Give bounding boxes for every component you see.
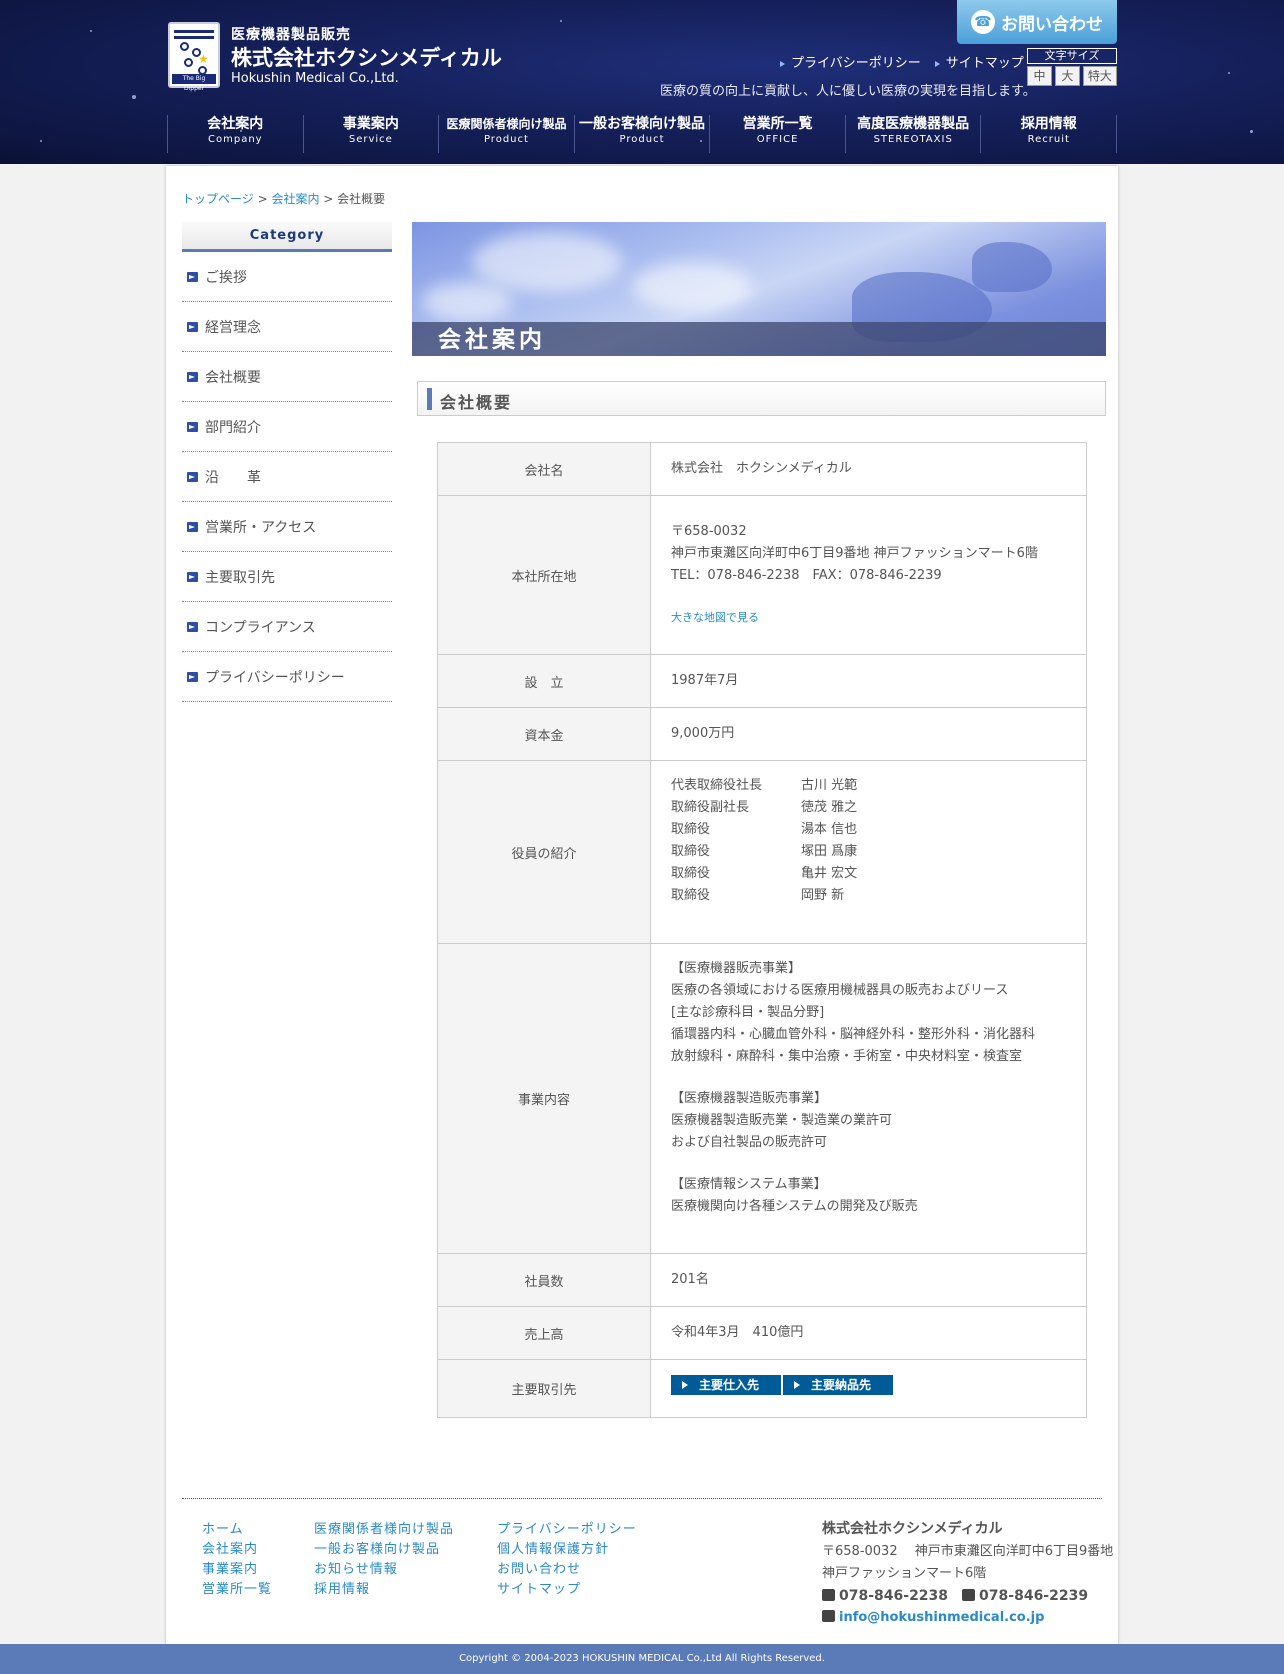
footer-link-news[interactable]: お知らせ情報 (314, 1558, 454, 1578)
font-size-switcher: 文字サイズ 中 大 特大 (1027, 48, 1117, 86)
arrow-right-icon (187, 671, 198, 682)
sidebar-item-overview[interactable]: 会社概要 (182, 352, 392, 402)
nav-service[interactable]: 事業案内 Service (302, 115, 439, 153)
sitemap-link[interactable]: サイトマップ (935, 52, 1024, 71)
sidebar-item-offices-access[interactable]: 営業所・アクセス (182, 502, 392, 552)
table-row: 設 立 1987年7月 (437, 654, 1087, 708)
nav-consumer-products[interactable]: 一般お客様向け製品 Product (573, 115, 710, 153)
nav-company[interactable]: 会社案内 Company (167, 115, 303, 153)
footer-link-service[interactable]: 事業案内 (202, 1558, 272, 1578)
sidebar-category-title: Category (182, 222, 392, 252)
logo-company-name: 株式会社ホクシンメディカル (231, 46, 502, 70)
footer-link-company[interactable]: 会社案内 (202, 1538, 272, 1558)
table-row: 資本金 9,000万円 (437, 707, 1087, 761)
arrow-right-icon (187, 321, 198, 332)
table-row: 会社名 株式会社 ホクシンメディカル (437, 442, 1087, 496)
nav-recruit[interactable]: 採用情報 Recruit (980, 115, 1118, 153)
footer-links-col2: 医療関係者様向け製品 一般お客様向け製品 お知らせ情報 採用情報 (314, 1518, 454, 1598)
arrow-right-icon (187, 371, 198, 382)
sidebar-item-departments[interactable]: 部門紹介 (182, 402, 392, 452)
footer-link-home[interactable]: ホーム (202, 1518, 272, 1538)
footer-link-medical-products[interactable]: 医療関係者様向け製品 (314, 1518, 454, 1538)
hero-banner: 会社案内 (412, 222, 1106, 356)
page-container: トップページ > 会社案内 > 会社概要 Category ご挨拶 経営理念 会… (166, 166, 1118, 1644)
copyright-bar: Copyright © 2004-2023 HOKUSHIN MEDICAL C… (0, 1644, 1284, 1674)
table-row: 役員の紹介 代表取締役社長 古川 光範 取締役副社長 徳茂 雅之 取締役 湯本 信也 … (437, 760, 1087, 944)
sidebar-item-greeting[interactable]: ご挨拶 (182, 252, 392, 302)
logo-subtitle: 医療機器製品販売 (231, 27, 351, 43)
hero-title: 会社案内 (438, 327, 546, 353)
footer-link-privacy-policy[interactable]: プライバシーポリシー (497, 1518, 637, 1538)
breadcrumb-parent-link[interactable]: 会社案内 (271, 192, 319, 206)
font-size-large-button[interactable]: 大 (1054, 66, 1080, 86)
table-row: 主要取引先 主要仕入先 主要納品先 (437, 1359, 1087, 1418)
site-header: ★ The Big Dipper 医療機器製品販売 株式会社ホクシンメディカル … (0, 0, 1284, 164)
table-row: 本社所在地 〒658-0032 神戸市東灘区向洋町中6丁目9番地 神戸ファッショ… (437, 495, 1087, 655)
contact-button[interactable]: ☎ お問い合わせ (957, 0, 1117, 44)
footer-link-personal-info[interactable]: 個人情報保護方針 (497, 1538, 637, 1558)
phone-icon: ☎ (971, 10, 995, 34)
big-dipper-logo-mark: ★ The Big Dipper (168, 22, 220, 92)
breadcrumb: トップページ > 会社案内 > 会社概要 (182, 192, 386, 206)
breadcrumb-home-link[interactable]: トップページ (182, 192, 254, 206)
arrow-right-icon (187, 421, 198, 432)
footer-link-offices[interactable]: 営業所一覧 (202, 1578, 272, 1598)
nav-office[interactable]: 営業所一覧 OFFICE (709, 115, 845, 153)
main-customers-button[interactable]: 主要納品先 (783, 1375, 893, 1395)
main-suppliers-button[interactable]: 主要仕入先 (671, 1375, 781, 1395)
global-nav: 会社案内 Company 事業案内 Service 医療関係者様向け製品 Produc… (167, 115, 1118, 153)
header-top-links: プライバシーポリシー サイトマップ (780, 52, 1024, 71)
footer-company-info: 株式会社ホクシンメディカル 〒658-0032 神戸市東灘区向洋町中6丁目9番地… (822, 1521, 1114, 1625)
sidebar-item-partners[interactable]: 主要取引先 (182, 552, 392, 602)
phone-icon (822, 1589, 835, 1601)
logo-english-name: Hokushin Medical Co.,Ltd. (231, 71, 399, 86)
footer-email-link[interactable]: info@hokushinmedical.co.jp (839, 1610, 1044, 1625)
company-info-table: 会社名 株式会社 ホクシンメディカル 本社所在地 〒658-0032 神戸市東灘… (437, 442, 1087, 1418)
table-row: 社員数 201名 (437, 1253, 1087, 1307)
fax-icon (962, 1589, 976, 1601)
sidebar-item-philosophy[interactable]: 経営理念 (182, 302, 392, 352)
arrow-right-icon (187, 621, 198, 632)
footer-links-col1: ホーム 会社案内 事業案内 営業所一覧 (202, 1518, 272, 1598)
sidebar-item-compliance[interactable]: コンプライアンス (182, 602, 392, 652)
site-logo[interactable]: ★ The Big Dipper 医療機器製品販売 株式会社ホクシンメディカル … (168, 22, 508, 92)
footer-link-contact[interactable]: お問い合わせ (497, 1558, 637, 1578)
footer-link-consumer-products[interactable]: 一般お客様向け製品 (314, 1538, 454, 1558)
nav-stereotaxis[interactable]: 高度医療機器製品 STEREOTAXIS (844, 115, 981, 153)
font-size-xlarge-button[interactable]: 特大 (1082, 66, 1117, 86)
header-tagline: 医療の質の向上に貢献し、人に優しい医療の実現を目指します。 (660, 84, 1036, 99)
arrow-right-icon (187, 571, 198, 582)
footer-divider (182, 1498, 1102, 1499)
footer-link-recruit[interactable]: 採用情報 (314, 1578, 454, 1598)
sidebar: Category ご挨拶 経営理念 会社概要 部門紹介 沿 革 営業所・アクセス… (182, 222, 392, 702)
section-title: 会社概要 (417, 381, 1106, 416)
mail-icon (822, 1610, 835, 1622)
sidebar-item-privacy-policy[interactable]: プライバシーポリシー (182, 652, 392, 702)
arrow-right-icon (187, 471, 198, 482)
star-icon: ★ (198, 52, 209, 66)
nav-medical-products[interactable]: 医療関係者様向け製品 Product (438, 115, 574, 153)
table-row: 事業内容 【医療機器販売事業】 医療の各領域における医療用機械器具の販売およびリ… (437, 943, 1087, 1254)
table-row: 売上高 令和4年3月 410億円 (437, 1306, 1087, 1360)
arrow-right-icon (187, 271, 198, 282)
large-map-link[interactable]: 大きな地図で見る (671, 611, 759, 624)
footer-link-sitemap[interactable]: サイトマップ (497, 1578, 637, 1598)
sidebar-item-history[interactable]: 沿 革 (182, 452, 392, 502)
privacy-policy-link[interactable]: プライバシーポリシー (780, 52, 921, 71)
font-size-label: 文字サイズ (1027, 48, 1117, 64)
footer-links-col3: プライバシーポリシー 個人情報保護方針 お問い合わせ サイトマップ (497, 1518, 637, 1598)
arrow-right-icon (187, 521, 198, 532)
breadcrumb-current: 会社概要 (337, 192, 386, 206)
